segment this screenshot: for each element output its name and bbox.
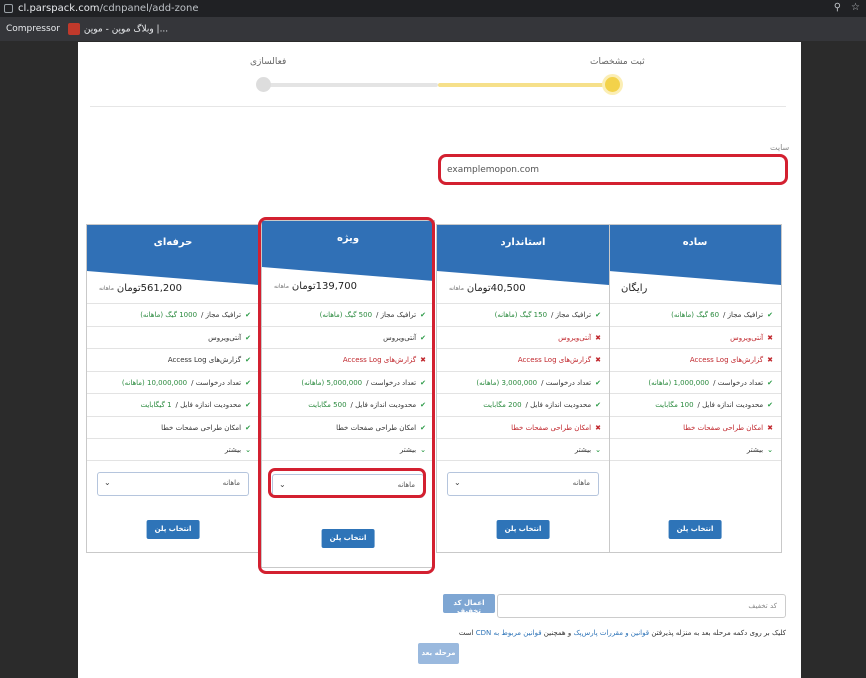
chevron-down-icon: ⌄ [454,478,461,487]
cross-icon: ✖ [595,333,601,342]
cross-icon: ✖ [595,423,601,432]
choose-plan-button[interactable]: انتخاب پلن [496,520,550,539]
billing-period-select[interactable]: ماهانه ⌄ [447,472,599,496]
chevron-down-icon: ⌄ [595,446,601,454]
feature-row: ✔ محدودیت اندازه فایل / 100 مگابایت [609,393,781,416]
check-icon: ✔ [245,333,251,342]
highlight-box-plan [258,217,435,574]
check-icon: ✔ [767,378,773,387]
stepper-track-done [438,83,613,87]
lock-icon [4,4,13,13]
terms-notice: کلیک بر روی دکمه مرحله بعد به منزله پذیر… [458,629,786,637]
divider [90,106,786,107]
plan-price: 561,200 تومان ماهانه [99,282,182,294]
feature-row: ✔ تعداد درخواست / 1,000,000 (ماهانه) [609,370,781,394]
plan-card-basic: ساده رایگان ✔ ترافیک مجاز / 60 گیگ (ماهان… [608,224,782,553]
stepper-track-pending [263,83,438,87]
cross-icon: ✖ [767,333,773,342]
plan-card-professional: حرفه‌ای 561,200 تومان ماهانه ✔ ترافیک مجاز … [86,224,260,553]
chevron-down-icon: ⌄ [767,446,773,454]
check-icon: ✔ [767,401,773,409]
site-input[interactable]: examplemopon.com [438,154,788,185]
url-host: cl.parspack.com [18,3,100,14]
feature-row: ✔ ترافیک مجاز / 150 گیگ (ماهانه) [437,303,609,326]
check-icon: ✔ [245,356,251,364]
plan-card-standard: استاندارد 40,500 تومان ماهانه ✔ ترافیک مجاز… [436,224,610,553]
stepper-dot-current [605,77,620,92]
feature-row: ✔ محدودیت اندازه فایل / 1 گیگابایت [87,393,259,416]
feature-row: ✖ گزارش‌های Access Log [609,348,781,371]
url-path: /cdnpanel/add-zone [99,3,199,14]
feature-row: ✖ امکان طراحی صفحات خطا [437,415,609,439]
more-toggle[interactable]: ⌄ بیشتر [437,438,609,461]
feature-row: ✔ ترافیک مجاز / 1000 گیگ (ماهانه) [87,303,259,326]
billing-period-select[interactable]: ماهانه ⌄ [97,472,249,496]
check-icon: ✔ [595,378,601,387]
next-step-button[interactable]: مرحله بعد [418,643,459,664]
plan-price: 40,500 تومان ماهانه [449,282,526,294]
cross-icon: ✖ [595,356,601,364]
choose-plan-button[interactable]: انتخاب پلن [146,520,200,539]
feature-row: ✔ تعداد درخواست / 3,000,000 (ماهانه) [437,370,609,394]
cross-icon: ✖ [767,356,773,364]
step-label-current: ثبت مشخصات [590,57,645,67]
cross-icon: ✖ [767,423,773,432]
bookmarks-bar: Compressor وبلاگ موپن - موپن |... [0,17,866,41]
check-icon: ✔ [767,311,773,319]
bookmark-mopon[interactable]: وبلاگ موپن - موپن |... [67,23,168,35]
apply-discount-button[interactable]: اعمال کد تخفیف [443,594,495,615]
feature-row: ✔ ترافیک مجاز / 60 گیگ (ماهانه) [609,303,781,326]
feature-row: ✖ آنتی‌ویروس [437,325,609,349]
check-icon: ✔ [245,378,251,387]
feature-row: ✖ آنتی‌ویروس [609,325,781,349]
feature-row: ✔ امکان طراحی صفحات خطا [87,415,259,439]
highlight-box-period [268,468,426,498]
feature-row: ✖ امکان طراحی صفحات خطا [609,415,781,439]
plan-title: استاندارد [437,225,609,271]
cdn-terms-link[interactable]: قوانین مربوط به CDN [476,629,542,637]
more-toggle[interactable]: ⌄ بیشتر [87,438,259,461]
check-icon: ✔ [595,401,601,409]
check-icon: ✔ [595,311,601,319]
address-bar[interactable]: cl.parspack.com /cdnpanel/add-zone ⚲ ☆ [0,0,866,17]
star-icon[interactable]: ☆ [851,2,860,13]
chevron-down-icon: ⌄ [245,446,251,454]
discount-code-input[interactable]: کد تخفیف [497,594,786,618]
chevron-down-icon: ⌄ [104,478,111,487]
bookmark-compressor[interactable]: Compressor [6,24,60,34]
check-icon: ✔ [245,423,251,432]
feature-row: ✔ آنتی‌ویروس [87,325,259,349]
check-icon: ✔ [245,401,251,409]
choose-plan-button[interactable]: انتخاب پلن [668,520,722,539]
site-label: سایت [770,143,790,152]
plan-title: حرفه‌ای [87,225,259,271]
favicon-icon [67,23,80,35]
more-toggle[interactable]: ⌄ بیشتر [609,438,781,461]
feature-row: ✖ گزارش‌های Access Log [437,348,609,371]
step-label-next: فعالسازی [250,57,287,67]
feature-row: ✔ گزارش‌های Access Log [87,348,259,371]
search-icon[interactable]: ⚲ [834,2,841,13]
plan-title: ساده [609,225,781,271]
plan-price: رایگان [621,282,648,294]
feature-row: ✔ تعداد درخواست / 10,000,000 (ماهانه) [87,370,259,394]
terms-link[interactable]: قوانین و مقررات پارس‌پک [573,629,649,637]
check-icon: ✔ [245,311,251,319]
feature-row: ✔ محدودیت اندازه فایل / 200 مگابایت [437,393,609,416]
stepper-dot-next [256,77,271,92]
